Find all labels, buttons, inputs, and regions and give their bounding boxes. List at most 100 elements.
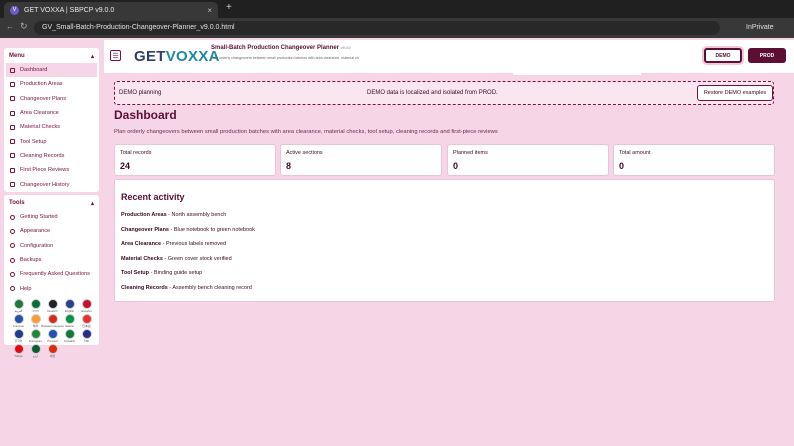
language-label: ไทย [84,339,89,343]
language-option[interactable]: 日本語 [78,314,95,328]
sidebar-item-first-piece-reviews[interactable]: First Piece Reviews [4,163,99,177]
close-tab-icon[interactable]: × [207,6,212,15]
sidebar-item-label: Cleaning Records [20,152,65,159]
sidebar-item-dashboard[interactable]: Dashboard [6,63,97,78]
recent-activity-title: Recent activity [121,192,185,202]
flag-icon [30,344,41,354]
activity-detail: - North assembly bench [166,212,227,218]
recent-activity-item: Tool Setup - Binding guide setup [121,270,255,285]
tools-item-appearance[interactable]: Appearance [4,224,99,238]
language-option[interactable]: 中文 [44,344,61,358]
stat-label: Total amount [619,150,651,156]
sidebar-item-cleaning-records[interactable]: Cleaning Records [4,149,99,163]
page-icon [10,96,15,102]
language-option[interactable]: العربية [10,299,27,313]
flag-icon [81,329,92,339]
back-icon[interactable]: ← [6,22,14,31]
language-label: Deutsch [47,309,58,313]
flag-icon [13,314,24,324]
language-option[interactable]: Türkçe [10,344,27,358]
tools-item-configuration[interactable]: Configuration [4,239,99,253]
language-option[interactable]: English [61,299,78,313]
page-icon [10,110,15,116]
stat-value: 24 [120,161,131,171]
language-label: Español [81,309,92,313]
language-label: 日本語 [82,324,91,328]
sidebar-item-material-checks[interactable]: Material Checks [4,120,99,134]
app-version: v9.0.0 [341,46,351,50]
tools-heading[interactable]: Tools ▴ [4,195,99,210]
language-label: 한국어 [14,339,23,343]
language-option[interactable]: Français [10,314,27,328]
backup-icon [10,257,15,263]
language-option[interactable]: 한국어 [10,329,27,343]
tools-item-label: Backups [20,257,42,264]
language-option[interactable]: Italiano [61,314,78,328]
recent-activity-item: Production Areas - North assembly bench [121,212,255,227]
language-label: Türkçe [14,354,23,358]
sidebar-item-area-clearance[interactable]: Area Clearance [4,106,99,120]
question-icon [10,271,15,277]
page-icon [10,67,15,73]
sidebar-item-changeover-plans[interactable]: Changeover Plans [4,92,99,106]
app-header: ☰ GETVOXXA Small-Batch Production Change… [104,40,794,75]
stat-label: Active sections [286,150,323,156]
tools-item-backups[interactable]: Backups [4,253,99,267]
browser-tab[interactable]: V GET VOXXA | SBPCP v9.0.0 × [4,2,218,18]
gear-icon [10,243,15,249]
menu-heading-label: Menu [9,53,25,59]
reload-icon[interactable]: ↻ [20,21,28,32]
language-option[interactable]: Bahasa Indonesia [41,314,64,328]
menu-toggle-icon[interactable]: ☰ [110,50,121,61]
prod-mode-button[interactable]: PROD [748,48,786,63]
page-icon [10,167,15,173]
collapse-icon[interactable]: ▴ [91,200,94,207]
language-label: اردو [33,354,38,358]
flag-icon [64,314,75,324]
recent-activity-item: Material Checks - Green cover stock veri… [121,256,255,271]
url-field[interactable]: GV_Small-Batch-Production-Changeover-Pla… [34,21,720,35]
app-title-text: Small-Batch Production Changeover Planne… [211,45,340,51]
recent-activity-item: Cleaning Records - Assembly bench cleani… [121,285,255,300]
language-label: العربية [14,309,23,313]
stat-card-active-sections: Active sections 8 [280,144,442,176]
tools-heading-label: Tools [9,200,25,206]
banner-title: DEMO planning [119,90,162,96]
restore-demo-button[interactable]: Restore DEMO examples [697,85,773,101]
page-icon [10,139,15,145]
sidebar-item-tool-setup[interactable]: Tool Setup [4,134,99,148]
flag-icon [47,299,58,309]
language-option[interactable]: Português [27,329,44,343]
sidebar-item-label: Tool Setup [20,138,47,145]
sidebar-item-changeover-history[interactable]: Changeover History [4,177,99,191]
menu-heading[interactable]: Menu ▴ [4,48,99,63]
tools-item-getting-started[interactable]: Getting Started [4,210,99,224]
flag-icon [64,329,75,339]
sidebar-item-label: Dashboard [20,67,48,74]
inprivate-badge[interactable]: InPrivate [746,24,774,31]
book-icon [10,214,15,220]
language-option[interactable]: বাংলা [27,299,44,313]
recent-activity-item: Area Clearance - Previous labels removed [121,241,255,256]
flag-icon [13,299,24,309]
new-tab-icon[interactable]: + [226,2,232,13]
stat-value: 8 [286,161,292,171]
language-option[interactable]: اردو [27,344,44,358]
language-option[interactable]: Русский [44,329,61,343]
collapse-icon[interactable]: ▴ [91,53,94,60]
demo-mode-button[interactable]: DEMO [704,48,742,63]
language-option[interactable]: Español [78,299,95,313]
language-option[interactable]: Kiswahili [61,329,78,343]
flag-icon [47,329,58,339]
flag-icon [81,299,92,309]
activity-detail: - Previous labels removed [161,241,227,247]
language-label: Français [13,324,24,328]
tools-item-help[interactable]: Help [4,281,99,295]
sidebar-item-production-areas[interactable]: Production Areas [4,77,99,91]
stat-card-total-records: Total records 24 [114,144,276,176]
activity-detail: - Blue notebook to green notebook [169,226,255,233]
language-option[interactable]: Deutsch [44,299,61,313]
page-icon [10,81,15,87]
tools-item-frequently-asked-questions[interactable]: Frequently Asked Questions [4,267,99,281]
language-option[interactable]: ไทย [78,329,95,343]
